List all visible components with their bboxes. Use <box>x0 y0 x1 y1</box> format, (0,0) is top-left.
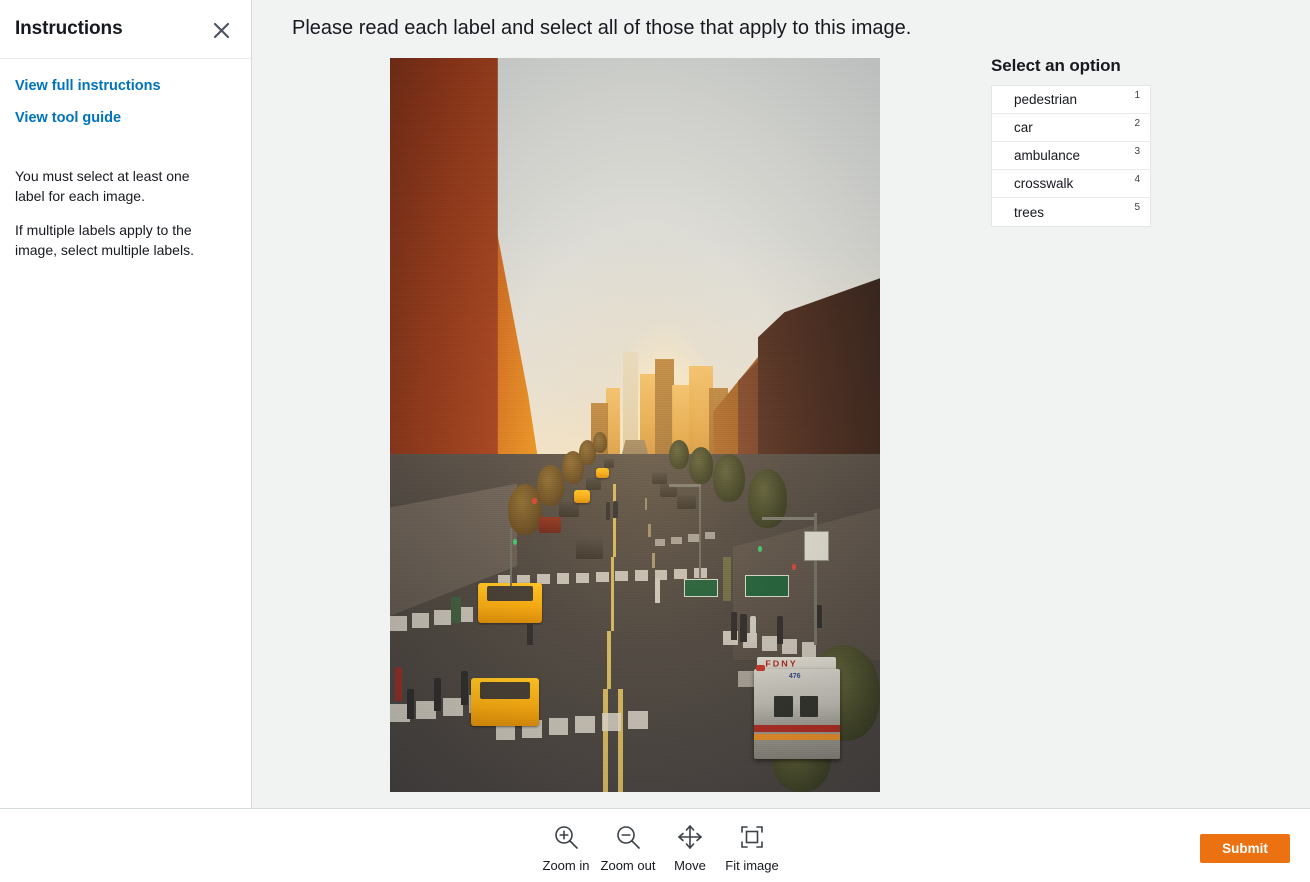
tool-label: Zoom in <box>543 858 590 873</box>
pedestrian <box>740 614 746 642</box>
car <box>559 502 579 517</box>
taxi-car <box>574 490 591 503</box>
street-sign <box>804 531 829 560</box>
pedestrian <box>395 667 402 701</box>
option-shortcut-key: 2 <box>1134 118 1140 129</box>
traffic-signal-arm <box>762 517 813 521</box>
trash-bin <box>451 597 461 623</box>
fit-image-button[interactable]: Fit image <box>721 818 783 873</box>
pedestrian <box>606 502 610 520</box>
task-image[interactable]: FDNY 476 <box>390 58 880 792</box>
instructions-paragraph-2: If multiple labels apply to the image, s… <box>15 220 220 261</box>
instructions-paragraph-1: You must select at least one label for e… <box>15 166 220 207</box>
car <box>677 495 697 510</box>
tree <box>689 447 714 484</box>
view-full-instructions-link[interactable]: View full instructions <box>15 78 161 94</box>
taxi-car <box>478 583 542 623</box>
page-title: Instructions <box>15 18 123 40</box>
zoom-in-icon <box>552 818 580 856</box>
option-shortcut-key: 4 <box>1134 174 1140 185</box>
pedestrian <box>750 616 756 642</box>
pedestrian <box>655 578 661 603</box>
option-trees[interactable]: trees 5 <box>992 198 1150 226</box>
sidebar-header: Instructions <box>0 0 251 59</box>
main-canvas: Please read each label and select all of… <box>252 0 1310 809</box>
option-shortcut-key: 3 <box>1134 146 1140 157</box>
ambulance: FDNY 476 <box>748 653 846 774</box>
light-pole <box>699 484 701 587</box>
pedestrian <box>461 671 468 705</box>
zoom-out-button[interactable]: Zoom out <box>597 818 659 873</box>
option-shortcut-key: 1 <box>1134 90 1140 101</box>
tool-label: Fit image <box>725 858 778 873</box>
tree <box>537 465 564 505</box>
close-button[interactable] <box>207 16 235 44</box>
car <box>586 478 601 490</box>
tool-label: Move <box>674 858 706 873</box>
task-prompt: Please read each label and select all of… <box>292 17 911 40</box>
car <box>539 517 561 533</box>
car <box>652 473 667 484</box>
tool-label: Zoom out <box>601 858 656 873</box>
taxi-car <box>596 468 609 478</box>
taxi-car <box>471 678 540 726</box>
car <box>576 539 602 560</box>
street-name-sign <box>684 579 718 597</box>
tree <box>713 454 745 502</box>
pedestrian <box>816 605 821 628</box>
view-tool-guide-link[interactable]: View tool guide <box>15 110 121 126</box>
city-street-photo: FDNY 476 <box>390 58 880 792</box>
tree <box>593 432 607 453</box>
image-tools: Zoom in Zoom out <box>535 818 783 873</box>
pedestrian <box>613 501 617 519</box>
option-shortcut-key: 5 <box>1134 202 1140 213</box>
traffic-light-red <box>792 564 796 569</box>
annotation-task-page: Instructions View full instructions View… <box>0 0 1310 882</box>
ambulance-fdny-text: FDNY <box>765 659 798 668</box>
tree <box>669 440 689 469</box>
options-heading: Select an option <box>991 56 1151 76</box>
option-car[interactable]: car 2 <box>992 114 1150 142</box>
move-icon <box>676 818 704 856</box>
move-button[interactable]: Move <box>659 818 721 873</box>
option-label: pedestrian <box>1014 92 1077 107</box>
traffic-light-red <box>532 498 536 503</box>
traffic-light-green <box>513 539 518 545</box>
traffic-signal-pole <box>510 528 512 587</box>
car <box>604 459 615 468</box>
fit-image-icon <box>738 818 766 856</box>
options-list: pedestrian 1 car 2 ambulance 3 crosswalk… <box>991 85 1151 227</box>
pedestrian <box>434 678 441 710</box>
option-pedestrian[interactable]: pedestrian 1 <box>992 86 1150 114</box>
instructions-sidebar: Instructions View full instructions View… <box>0 0 252 809</box>
pedestrian <box>731 612 737 640</box>
close-icon <box>213 22 230 39</box>
footer-toolbar: Zoom in Zoom out <box>0 810 1310 882</box>
option-ambulance[interactable]: ambulance 3 <box>992 142 1150 170</box>
options-panel: Select an option pedestrian 1 car 2 ambu… <box>991 56 1151 227</box>
pedestrian <box>527 623 532 645</box>
option-label: car <box>1014 120 1033 135</box>
trash-bin <box>723 557 731 601</box>
option-label: trees <box>1014 205 1044 220</box>
option-crosswalk[interactable]: crosswalk 4 <box>992 170 1150 198</box>
light-pole-arm <box>669 484 700 488</box>
pedestrian <box>407 689 414 718</box>
submit-button[interactable]: Submit <box>1200 834 1290 863</box>
option-label: crosswalk <box>1014 176 1073 191</box>
street-name-sign <box>745 575 789 597</box>
zoom-in-button[interactable]: Zoom in <box>535 818 597 873</box>
zoom-out-icon <box>614 818 642 856</box>
option-label: ambulance <box>1014 148 1080 163</box>
ambulance-number: 476 <box>789 673 801 680</box>
pedestrian <box>777 616 783 644</box>
